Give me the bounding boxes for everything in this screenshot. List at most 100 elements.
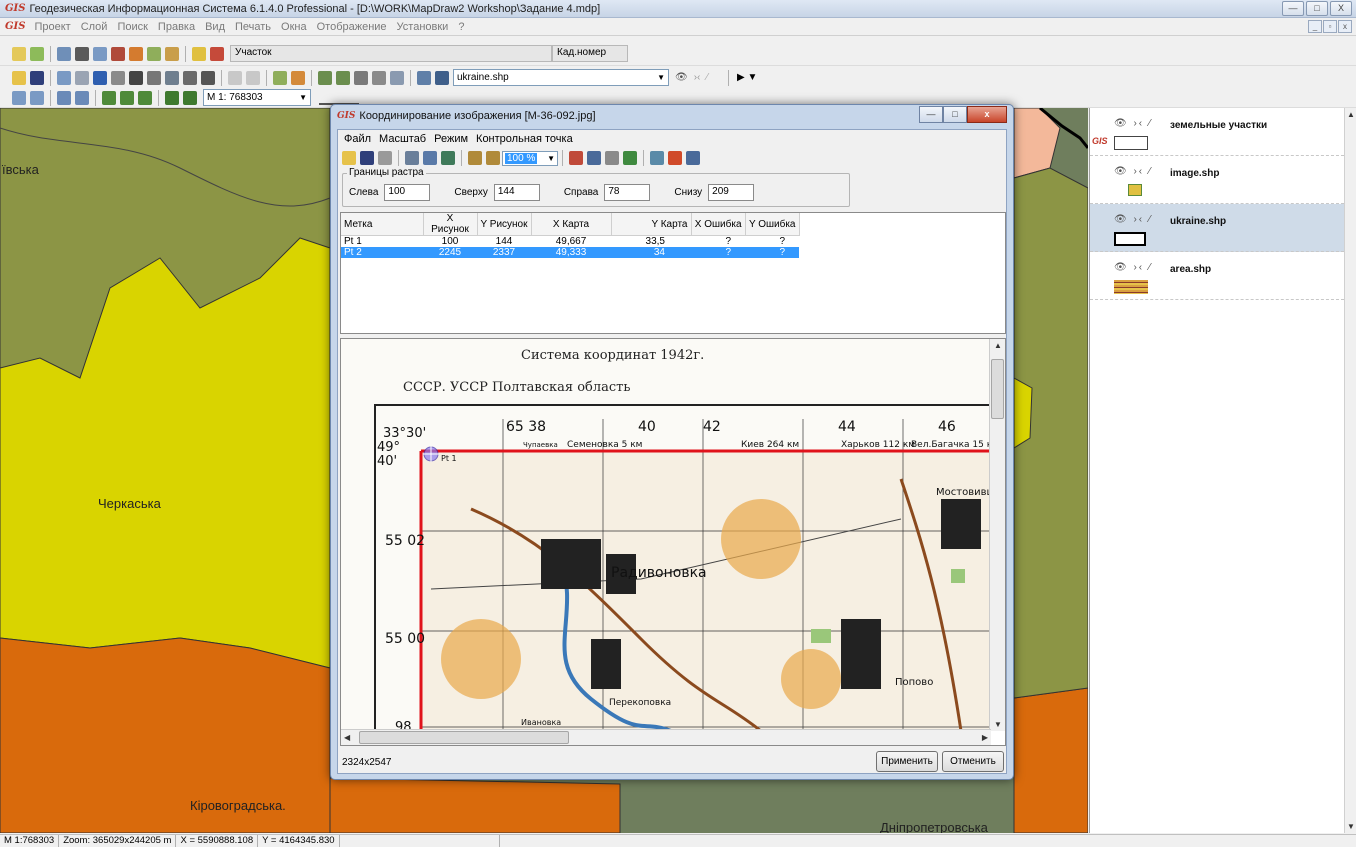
scale-combo[interactable]: M 1: 768303 ▼	[203, 89, 311, 106]
back-icon[interactable]	[102, 90, 116, 105]
edit-point-icon[interactable]	[587, 151, 601, 165]
menu-windows[interactable]: Окна	[276, 21, 312, 33]
col-x-error[interactable]: X Ошибка	[691, 213, 746, 236]
draw-icon[interactable]	[183, 70, 197, 85]
maximize-button[interactable]: □	[1306, 1, 1328, 16]
info-icon[interactable]	[93, 70, 107, 85]
zoom-prev-icon[interactable]	[165, 90, 179, 105]
menu-view[interactable]: Вид	[200, 21, 230, 33]
target-icon[interactable]	[686, 151, 700, 165]
move-point-icon[interactable]	[605, 151, 619, 165]
layers-icon[interactable]	[441, 151, 455, 165]
help-icon[interactable]	[192, 46, 206, 61]
redo-icon[interactable]	[246, 70, 260, 85]
layer-state-icons[interactable]: 👁 ›‹ ⁄	[1114, 166, 1153, 177]
menu-settings[interactable]: Установки	[392, 21, 454, 33]
viewer-hscroll-thumb[interactable]	[359, 731, 569, 744]
layer-icon[interactable]	[147, 46, 161, 61]
layer-remove-icon[interactable]	[291, 70, 305, 85]
select-icon[interactable]	[111, 70, 125, 85]
dialog-menu-mode[interactable]: Режим	[430, 133, 472, 145]
viewer-horizontal-scrollbar[interactable]: ◀ ▶	[341, 729, 991, 745]
menu-project[interactable]: Проект	[29, 21, 75, 33]
pointer-icon[interactable]	[129, 70, 143, 85]
layer-state-icons[interactable]: 👁 ›‹ ⁄	[1114, 262, 1153, 273]
table-row-selected[interactable]: Pt 2 2245 2337 49,333 34 ? ?	[341, 247, 799, 258]
dialog-menu-scale[interactable]: Масштаб	[375, 133, 430, 145]
menu-edit[interactable]: Правка	[153, 21, 200, 33]
zoom-next-icon[interactable]	[183, 90, 197, 105]
left-input[interactable]: 100	[384, 184, 431, 201]
mdi-close-button[interactable]: x	[1338, 20, 1352, 33]
zoom-combo[interactable]: 100 % ▼	[502, 150, 558, 166]
attribute-table-icon[interactable]	[417, 70, 431, 85]
layers-scrollbar[interactable]: ▲ ▼	[1344, 108, 1356, 833]
dialog-minimize-button[interactable]: —	[919, 106, 943, 123]
report-icon[interactable]	[372, 70, 386, 85]
selectable-icon[interactable]: ›‹	[694, 72, 701, 83]
col-y-map[interactable]: Y Карта	[611, 213, 692, 236]
close-button[interactable]: X	[1330, 1, 1352, 16]
scroll-right-icon[interactable]: ▶	[982, 733, 988, 742]
zoom-window-icon[interactable]	[57, 70, 71, 85]
check-icon[interactable]	[318, 70, 332, 85]
editable-icon[interactable]: ⁄	[706, 72, 708, 83]
play-icon[interactable]: ▶ ▼	[737, 72, 757, 83]
layer-item-ukraine[interactable]: 👁 ›‹ ⁄ ukraine.shp	[1090, 204, 1344, 252]
undo-icon[interactable]	[228, 70, 242, 85]
right-input[interactable]: 78	[604, 184, 651, 201]
points-table-icon[interactable]	[569, 151, 583, 165]
menu-search[interactable]: Поиск	[112, 21, 152, 33]
visibility-icon[interactable]: 👁	[675, 72, 688, 83]
filter-icon[interactable]	[336, 70, 350, 85]
dialog-close-button[interactable]: x	[967, 106, 1007, 123]
image-props-icon[interactable]	[405, 151, 419, 165]
forward-icon[interactable]	[120, 90, 134, 105]
table-row[interactable]: Pt 1 100 144 49,667 33,5 ? ?	[341, 236, 799, 248]
redo-icon[interactable]	[623, 151, 637, 165]
col-y-image[interactable]: Y Рисунок	[477, 213, 532, 236]
rotate-icon[interactable]	[201, 70, 215, 85]
viewer-vscroll-thumb[interactable]	[991, 359, 1004, 419]
calc-icon[interactable]	[650, 151, 664, 165]
zoom-in-icon[interactable]	[468, 151, 482, 165]
grid-icon[interactable]	[93, 46, 107, 61]
save-icon[interactable]	[30, 70, 44, 85]
zoom-out-icon[interactable]	[486, 151, 500, 165]
export-icon[interactable]	[210, 46, 224, 61]
cadastral-number-field[interactable]: Кад.номер	[552, 45, 628, 62]
cancel-button[interactable]: Отменить	[942, 751, 1004, 772]
minimize-button[interactable]: —	[1282, 1, 1304, 16]
dialog-title-bar[interactable]: GIS Координирование изображения [M-36-09…	[331, 105, 1013, 127]
layer-item-land-parcels[interactable]: 👁 ›‹ ⁄ земельные участки GIS	[1090, 108, 1344, 156]
active-layer-combo[interactable]: ukraine.shp ▼	[453, 69, 669, 86]
ruler-icon[interactable]	[165, 46, 179, 61]
top-input[interactable]: 144	[493, 184, 540, 201]
document-icon[interactable]	[354, 70, 368, 85]
house-icon[interactable]	[75, 46, 89, 61]
viewer-vertical-scrollbar[interactable]: ▲ ▼	[989, 339, 1005, 731]
pin-icon[interactable]	[668, 151, 682, 165]
dialog-menu-control-point[interactable]: Контрольная точка	[472, 133, 577, 145]
split-icon[interactable]	[165, 70, 179, 85]
menu-layer[interactable]: Слой	[76, 21, 113, 33]
scroll-up-icon[interactable]: ▲	[994, 341, 1002, 350]
layer-add-icon[interactable]	[273, 70, 287, 85]
layers-table-icon[interactable]	[435, 70, 449, 85]
mdi-restore-button[interactable]: ▫	[1323, 20, 1337, 33]
parcel-field[interactable]: Участок	[230, 45, 552, 62]
pan-icon[interactable]	[30, 90, 44, 105]
dialog-maximize-button[interactable]: □	[943, 106, 967, 123]
zoom-in-icon[interactable]	[12, 90, 26, 105]
node-icon[interactable]	[147, 70, 161, 85]
mdi-minimize-button[interactable]: _	[1308, 20, 1322, 33]
layer-item-image[interactable]: 👁 ›‹ ⁄ image.shp	[1090, 156, 1344, 204]
raster-image-viewer[interactable]: Система координат 1942г. СССР. УССР Полт…	[340, 338, 1006, 746]
area-icon[interactable]	[129, 46, 143, 61]
menu-display[interactable]: Отображение	[312, 21, 392, 33]
layer-item-area[interactable]: 👁 ›‹ ⁄ area.shp	[1090, 252, 1344, 300]
col-x-map[interactable]: X Карта	[531, 213, 612, 236]
refresh-icon[interactable]	[138, 90, 152, 105]
bottom-input[interactable]: 209	[708, 184, 755, 201]
zoom-layer-icon[interactable]	[75, 90, 89, 105]
